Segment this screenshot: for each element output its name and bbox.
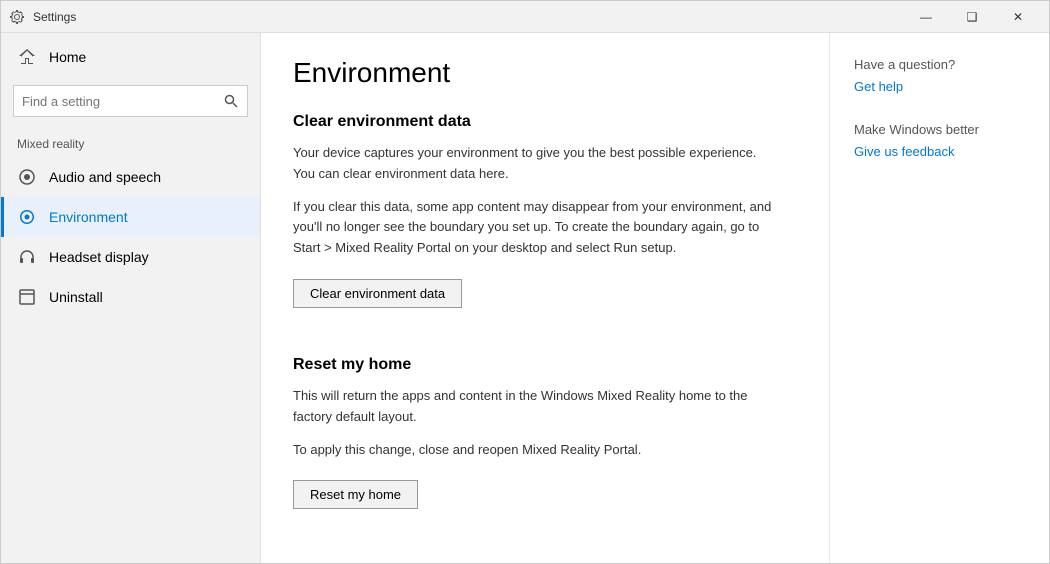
close-button[interactable]: ✕ bbox=[995, 1, 1041, 33]
reset-home-title: Reset my home bbox=[293, 356, 797, 374]
maximize-button[interactable]: ❑ bbox=[949, 1, 995, 33]
headset-label: Headset display bbox=[49, 249, 149, 265]
have-question-section: Have a question? Get help bbox=[854, 57, 1025, 94]
clear-env-section: Clear environment data Your device captu… bbox=[293, 113, 797, 332]
reset-home-button[interactable]: Reset my home bbox=[293, 480, 418, 509]
title-bar-left: Settings bbox=[9, 9, 76, 25]
content-area: Home Mixed reality bbox=[1, 33, 1049, 563]
sidebar-item-headset[interactable]: Headset display bbox=[1, 237, 260, 277]
home-icon bbox=[17, 47, 37, 67]
clear-env-desc1: Your device captures your environment to… bbox=[293, 143, 773, 185]
clear-env-button[interactable]: Clear environment data bbox=[293, 279, 462, 308]
settings-window: Settings — ❑ ✕ Home bbox=[0, 0, 1050, 564]
sidebar-item-environment[interactable]: Environment bbox=[1, 197, 260, 237]
help-panel: Have a question? Get help Make Windows b… bbox=[829, 33, 1049, 563]
reset-home-desc2: To apply this change, close and reopen M… bbox=[293, 440, 773, 461]
sidebar-item-audio[interactable]: Audio and speech bbox=[1, 157, 260, 197]
main-content: Environment Clear environment data Your … bbox=[261, 33, 829, 563]
audio-label: Audio and speech bbox=[49, 169, 161, 185]
home-label: Home bbox=[49, 49, 86, 65]
window-title: Settings bbox=[33, 10, 76, 24]
get-help-link[interactable]: Get help bbox=[854, 79, 903, 94]
sidebar-item-home[interactable]: Home bbox=[1, 37, 260, 77]
page-title: Environment bbox=[293, 57, 797, 89]
audio-icon bbox=[17, 167, 37, 187]
search-box[interactable] bbox=[13, 85, 248, 117]
reset-home-section: Reset my home This will return the apps … bbox=[293, 356, 797, 533]
clear-env-title: Clear environment data bbox=[293, 113, 797, 131]
minimize-button[interactable]: — bbox=[903, 1, 949, 33]
make-better-heading: Make Windows better bbox=[854, 122, 1025, 137]
title-bar: Settings — ❑ ✕ bbox=[1, 1, 1049, 33]
clear-env-desc2: If you clear this data, some app content… bbox=[293, 197, 773, 259]
search-icon bbox=[215, 85, 247, 117]
environment-label: Environment bbox=[49, 209, 128, 225]
reset-home-desc1: This will return the apps and content in… bbox=[293, 386, 773, 428]
question-heading: Have a question? bbox=[854, 57, 1025, 72]
give-feedback-link[interactable]: Give us feedback bbox=[854, 144, 954, 159]
sidebar-section-label: Mixed reality bbox=[1, 125, 260, 157]
search-input[interactable] bbox=[14, 94, 215, 109]
environment-icon bbox=[17, 207, 37, 227]
sidebar: Home Mixed reality bbox=[1, 33, 261, 563]
headset-icon bbox=[17, 247, 37, 267]
title-bar-controls: — ❑ ✕ bbox=[903, 1, 1041, 33]
make-better-section: Make Windows better Give us feedback bbox=[854, 122, 1025, 159]
uninstall-icon bbox=[17, 287, 37, 307]
uninstall-label: Uninstall bbox=[49, 289, 103, 305]
sidebar-item-uninstall[interactable]: Uninstall bbox=[1, 277, 260, 317]
settings-window-icon bbox=[9, 9, 25, 25]
